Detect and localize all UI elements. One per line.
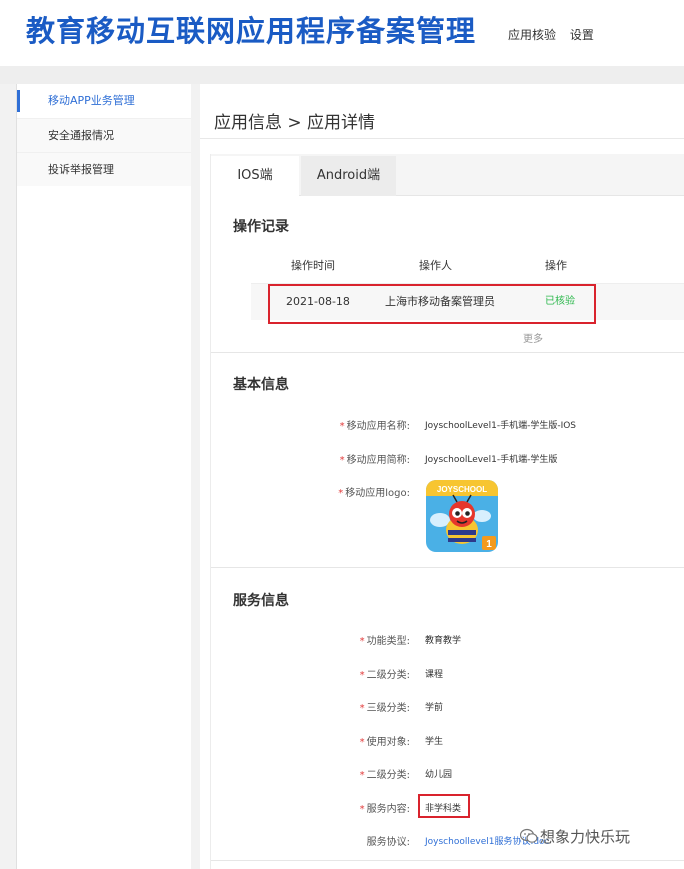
- sidebar-item-security-report[interactable]: 安全通报情况: [17, 118, 191, 152]
- more-link[interactable]: 更多: [523, 330, 543, 345]
- sidebar-item-label: 移动APP业务管理: [48, 94, 135, 107]
- top-header: 教育移动互联网应用程序备案管理 应用核验 设置: [0, 0, 684, 66]
- detail-content: IOS端 Android端 操作记录 操作时间 操作人 操作 2021-08-1…: [210, 154, 684, 869]
- nav-app-verify[interactable]: 应用核验: [508, 28, 556, 42]
- field-label-function-type: * 功能类型:: [359, 636, 410, 647]
- table-header: 操作时间 操作人 操作: [251, 248, 684, 284]
- field-label-service-content: * 服务内容:: [359, 804, 410, 815]
- column-header-time: 操作时间: [291, 259, 335, 272]
- column-header-operator: 操作人: [419, 259, 452, 272]
- header-divider-strip: [0, 66, 684, 84]
- field-label-target-users: * 使用对象:: [359, 737, 410, 748]
- highlight-box-service-content: [418, 794, 470, 818]
- field-label-app-name: * 移动应用名称:: [339, 421, 410, 432]
- breadcrumb: 应用信息 > 应用详情: [214, 113, 376, 133]
- field-value-app-name: JoyschoolLevel1-手机端-学生版-IOS: [425, 421, 577, 431]
- required-asterisk: *: [339, 455, 345, 466]
- field-value-function-type: 教育教学: [425, 636, 462, 646]
- highlight-box-log-row: [268, 284, 596, 324]
- required-asterisk: *: [338, 488, 344, 499]
- sidebar-item-complaints[interactable]: 投诉举报管理: [17, 152, 191, 186]
- breadcrumb-divider: [200, 138, 684, 139]
- site-title: 教育移动互联网应用程序备案管理: [26, 14, 477, 48]
- sidebar: 移动APP业务管理 安全通报情况 投诉举报管理: [16, 84, 191, 869]
- required-asterisk: *: [339, 421, 345, 432]
- field-label-secondary-category: * 二级分类:: [359, 670, 410, 681]
- top-nav: 应用核验 设置: [508, 26, 604, 43]
- sidebar-item-label: 安全通报情况: [48, 129, 114, 142]
- field-label-service-agreement: 服务协议:: [366, 837, 410, 848]
- section-title-basic-info: 基本信息: [233, 377, 289, 393]
- main-panel: 应用信息 > 应用详情 IOS端 Android端 操作记录 操作时间 操作人 …: [200, 84, 684, 869]
- app-logo: JOYSCHOOL 1: [426, 480, 498, 552]
- nav-settings[interactable]: 设置: [570, 28, 594, 42]
- column-header-action: 操作: [545, 259, 567, 272]
- field-label-secondary-category-2: * 二级分类:: [359, 770, 410, 781]
- section-divider: [211, 860, 684, 861]
- logo-brand-text: JOYSCHOOL: [437, 485, 487, 494]
- field-value-secondary-category-2: 幼儿园: [425, 770, 453, 780]
- section-divider: [211, 567, 684, 568]
- wechat-official-account-icon: [520, 828, 538, 843]
- section-title-operation-log: 操作记录: [233, 219, 289, 235]
- field-value-target-users: 学生: [425, 737, 444, 747]
- field-value-secondary-category: 课程: [425, 670, 444, 680]
- sidebar-item-label: 投诉举报管理: [48, 163, 114, 176]
- platform-tabs: IOS端 Android端: [211, 154, 684, 196]
- section-title-service-info: 服务信息: [233, 593, 289, 609]
- field-label-app-short-name: * 移动应用简称:: [339, 455, 410, 466]
- tab-ios[interactable]: IOS端: [211, 156, 299, 196]
- field-value-tertiary-category: 学前: [425, 703, 444, 713]
- watermark-text: 想象力快乐玩: [540, 828, 631, 846]
- field-label-app-logo: * 移动应用logo:: [338, 488, 410, 499]
- section-divider: [211, 352, 684, 353]
- logo-badge-number: 1: [486, 539, 492, 550]
- sidebar-item-app-management[interactable]: 移动APP业务管理: [17, 84, 191, 118]
- tab-android[interactable]: Android端: [301, 156, 396, 196]
- field-label-tertiary-category: * 三级分类:: [359, 703, 410, 714]
- bee-mascot-icon: JOYSCHOOL 1: [426, 480, 498, 552]
- field-value-app-short-name: JoyschoolLevel1-手机端-学生版: [425, 455, 558, 465]
